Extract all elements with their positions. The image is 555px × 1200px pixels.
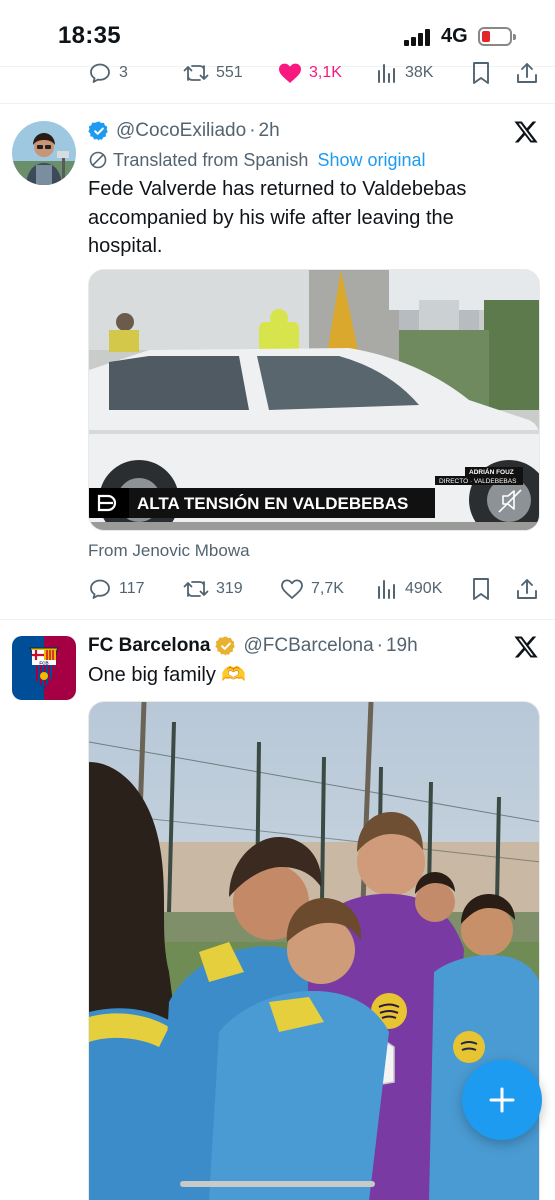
video-frame: ALTA TENSIÓN EN VALDEBEBAS ADRIÁN FOUZ D… <box>89 270 539 530</box>
repost-icon <box>183 581 209 597</box>
repost-icon <box>183 65 209 81</box>
views-count: 38K <box>405 64 434 81</box>
bookmark-button[interactable] <box>471 60 491 86</box>
translation-notice: Translated from Spanish Show original <box>88 147 426 173</box>
video-caption: ALTA TENSIÓN EN VALDEBEBAS <box>137 494 408 513</box>
share-button[interactable] <box>516 576 538 602</box>
repost-count: 551 <box>216 64 243 81</box>
views-count: 490K <box>405 580 443 597</box>
share-button[interactable] <box>516 60 538 86</box>
reply-count: 117 <box>119 580 145 597</box>
tweet-time[interactable]: 19h <box>386 635 418 657</box>
crest-text: FCB <box>39 660 49 665</box>
repost-button[interactable]: 319 <box>183 576 243 602</box>
reply-icon <box>90 579 110 599</box>
video-credit-name: ADRIÁN FOUZ <box>469 467 514 476</box>
share-icon <box>517 579 537 599</box>
avatar[interactable] <box>12 121 76 185</box>
plus-icon <box>489 1087 515 1113</box>
views-icon <box>378 64 395 83</box>
compose-button[interactable] <box>462 1060 542 1140</box>
bookmark-button[interactable] <box>471 576 491 602</box>
avatar[interactable]: FCB <box>12 636 76 700</box>
like-button[interactable]: 7,7K <box>280 576 344 602</box>
show-original-link[interactable]: Show original <box>317 150 425 171</box>
reply-button[interactable]: 117 <box>88 576 145 602</box>
heart-filled-icon <box>279 63 301 83</box>
separator: · <box>249 120 256 141</box>
home-indicator[interactable] <box>180 1181 375 1187</box>
views-icon <box>378 580 395 599</box>
status-bar: 18:35 4G <box>0 0 555 66</box>
tweet-text: Fede Valverde has returned to Valdebebas… <box>88 178 467 257</box>
repost-count: 319 <box>216 580 243 597</box>
signal-icon <box>404 28 434 46</box>
status-time: 18:35 <box>58 22 121 49</box>
tweet-time[interactable]: 2h <box>259 120 280 142</box>
verified-badge-icon <box>88 121 108 141</box>
heart-icon <box>281 579 303 599</box>
tweet-header: @CocoExiliado · 2h <box>88 118 280 144</box>
translated-label: Translated from Spanish <box>113 149 309 170</box>
tweet-divider <box>0 619 555 620</box>
separator: · <box>376 635 383 656</box>
video-player[interactable]: ALTA TENSIÓN EN VALDEBEBAS ADRIÁN FOUZ D… <box>88 269 540 531</box>
like-count: 7,7K <box>311 580 344 597</box>
tweet-handle[interactable]: @FCBarcelona <box>243 635 373 657</box>
display-name[interactable]: FC Barcelona <box>88 635 210 657</box>
video-credit-sub: DIRECTO · VALDEBEBAS <box>439 478 517 485</box>
share-icon <box>517 63 537 83</box>
reply-button[interactable]: 3 <box>88 60 128 86</box>
like-button[interactable]: 3,1K <box>278 60 342 86</box>
x-logo-icon <box>514 636 538 658</box>
bookmark-icon <box>473 578 489 600</box>
views-button[interactable]: 490K <box>376 576 442 602</box>
like-count: 3,1K <box>309 64 342 81</box>
prev-tweet-actions: 3 551 3,1K 38K <box>88 60 538 86</box>
tweet-header: FC Barcelona @FCBarcelona · 19h <box>88 633 418 659</box>
tweet-text: One big family 🫶 <box>88 664 247 686</box>
x-logo-icon <box>514 121 538 143</box>
repost-button[interactable]: 551 <box>183 60 243 86</box>
translate-icon <box>89 151 107 169</box>
reply-icon <box>90 63 110 83</box>
views-button[interactable]: 38K <box>376 60 433 86</box>
video-attribution[interactable]: From Jenovic Mbowa <box>88 541 250 561</box>
bookmark-icon <box>473 62 489 84</box>
tweet-handle[interactable]: @CocoExiliado <box>116 120 246 142</box>
tweet-divider <box>0 103 555 104</box>
tweet-actions: 117 319 7,7K 490K <box>88 576 538 602</box>
verified-gold-badge-icon <box>215 636 236 656</box>
battery-icon <box>478 27 516 46</box>
network-type: 4G <box>441 25 468 47</box>
reply-count: 3 <box>119 64 128 81</box>
